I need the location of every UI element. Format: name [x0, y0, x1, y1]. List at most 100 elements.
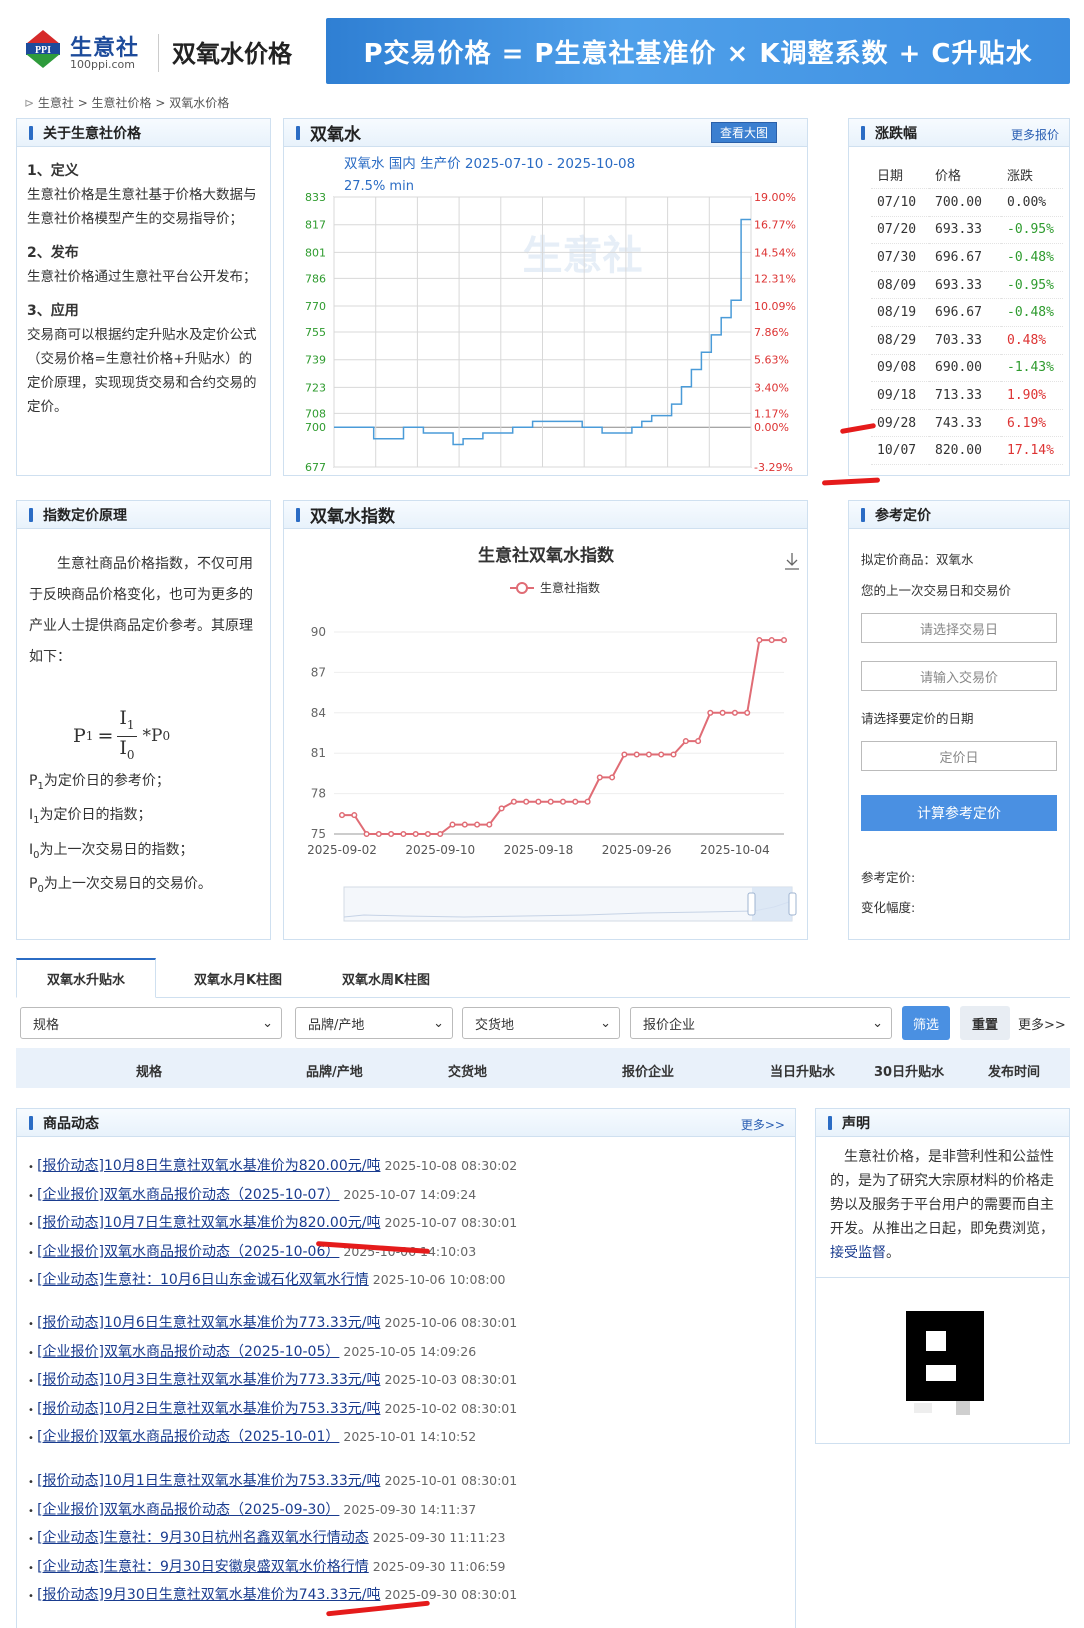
index-data-point[interactable]: [572, 798, 579, 805]
news-tag-link[interactable]: [报价动态]: [37, 1215, 104, 1231]
index-data-point[interactable]: [486, 821, 493, 828]
index-data-point[interactable]: [756, 637, 763, 644]
index-data-point[interactable]: [731, 709, 738, 716]
index-data-point[interactable]: [412, 830, 419, 838]
index-data-point[interactable]: [375, 830, 382, 838]
index-data-point[interactable]: [535, 798, 542, 805]
index-data-point[interactable]: [609, 774, 616, 781]
price-line-chart[interactable]: 双氧水 国内 生产价 2025-07-10 - 2025-10-08 27.5%…: [284, 149, 809, 477]
accept-supervision-link[interactable]: 接受监督: [830, 1245, 886, 1261]
news-title-link[interactable]: 双氧水商品报价动态（2025-10-01）: [104, 1429, 339, 1445]
tab-weekly-k[interactable]: 双氧水周K柱图: [316, 958, 456, 998]
news-title-link[interactable]: 10月1日生意社双氧水基准价为753.33元/吨: [104, 1473, 380, 1489]
breadcrumb[interactable]: ⊳ 生意社 > 生意社价格 > 双氧水价格: [24, 94, 229, 111]
index-data-point[interactable]: [621, 751, 628, 758]
news-title-link[interactable]: 10月2日生意社双氧水基准价为753.33元/吨: [104, 1401, 380, 1417]
index-data-point[interactable]: [363, 830, 370, 838]
tab-premium[interactable]: 双氧水升贴水: [16, 958, 156, 998]
news-title-link[interactable]: 生意社：9月30日安徽泉盛双氧水价格行情: [104, 1559, 369, 1575]
index-data-point[interactable]: [338, 812, 346, 819]
zoom-slider-selection[interactable]: [752, 887, 792, 921]
zoom-slider-left-handle[interactable]: [747, 892, 756, 916]
index-data-point[interactable]: [682, 738, 689, 745]
brand-select[interactable]: 品牌/产地 ⌄: [295, 1007, 453, 1039]
news-tag-link[interactable]: [企业动态]: [37, 1559, 104, 1575]
news-tag-link[interactable]: [报价动态]: [37, 1587, 104, 1603]
index-data-point[interactable]: [719, 709, 726, 716]
news-title-link[interactable]: 双氧水商品报价动态（2025-10-06）: [104, 1244, 339, 1260]
news-title-link[interactable]: 生意社：10月6日山东金诚石化双氧水行情: [104, 1272, 369, 1288]
index-data-point[interactable]: [498, 805, 505, 812]
index-data-point[interactable]: [670, 751, 677, 758]
index-data-point[interactable]: [351, 812, 358, 819]
news-time: 2025-10-06 10:08:00: [372, 1272, 506, 1287]
zoom-slider-right-handle[interactable]: [788, 892, 797, 916]
filter-button[interactable]: 筛选: [902, 1006, 950, 1040]
more-news-link[interactable]: 更多>>: [741, 1116, 785, 1133]
index-line-chart[interactable]: 生意社双氧水指数 生意社指数 75 78 81 84 87 90 2025-09-02 202…: [284, 531, 809, 941]
news-tag-link[interactable]: [报价动态]: [37, 1158, 104, 1174]
index-data-point[interactable]: [695, 738, 702, 745]
index-data-point[interactable]: [645, 751, 652, 758]
change-row: 09/28 743.33 6.19%: [871, 409, 1063, 438]
news-title-link[interactable]: 10月8日生意社双氧水基准价为820.00元/吨: [104, 1158, 380, 1174]
index-data-point[interactable]: [707, 709, 714, 716]
news-title-link[interactable]: 9月30日生意社双氧水基准价为743.33元/吨: [104, 1587, 380, 1603]
index-data-point[interactable]: [523, 798, 530, 805]
index-data-point[interactable]: [596, 774, 603, 781]
y-tick-label: 84: [311, 706, 326, 720]
ppi-logo-icon[interactable]: PPI: [26, 30, 60, 68]
company-select[interactable]: 报价企业 ⌄: [630, 1007, 892, 1039]
index-data-point[interactable]: [633, 751, 640, 758]
news-title-link[interactable]: 双氧水商品报价动态（2025-10-07）: [104, 1187, 339, 1203]
trade-date-input[interactable]: 请选择交易日: [861, 613, 1057, 643]
news-title-link[interactable]: 双氧水商品报价动态（2025-09-30）: [104, 1502, 339, 1518]
place-select[interactable]: 交货地 ⌄: [462, 1007, 620, 1039]
index-data-point[interactable]: [510, 798, 517, 805]
news-tag-link[interactable]: [企业报价]: [37, 1344, 104, 1360]
index-data-point[interactable]: [547, 798, 554, 805]
news-tag-link[interactable]: [企业动态]: [37, 1530, 104, 1546]
news-tag-link[interactable]: [企业报价]: [37, 1244, 104, 1260]
news-title-link[interactable]: 双氧水商品报价动态（2025-10-05）: [104, 1344, 339, 1360]
index-data-point[interactable]: [584, 798, 591, 805]
news-tag-link[interactable]: [企业报价]: [37, 1502, 104, 1518]
index-data-point[interactable]: [559, 798, 567, 805]
news-tag-link[interactable]: [企业报价]: [37, 1429, 104, 1445]
index-data-point[interactable]: [424, 830, 431, 838]
news-tag-link[interactable]: [报价动态]: [37, 1372, 104, 1388]
news-tag-link[interactable]: [报价动态]: [37, 1473, 104, 1489]
index-data-point[interactable]: [437, 830, 444, 838]
index-data-point[interactable]: [449, 821, 456, 828]
more-quotes-link[interactable]: 更多报价: [1011, 126, 1059, 143]
index-data-point[interactable]: [768, 637, 775, 644]
news-tag-link[interactable]: [报价动态]: [37, 1315, 104, 1331]
news-time: 2025-10-05 14:09:26: [343, 1343, 477, 1359]
news-tag-link[interactable]: [企业动态]: [37, 1272, 104, 1288]
news-title-link[interactable]: 10月6日生意社双氧水基准价为773.33元/吨: [104, 1315, 380, 1331]
tab-monthly-k[interactable]: 双氧水月K柱图: [168, 958, 308, 998]
trade-price-input[interactable]: 请输入交易价: [861, 661, 1057, 691]
news-title-link[interactable]: 10月3日生意社双氧水基准价为773.33元/吨: [104, 1372, 380, 1388]
index-data-point[interactable]: [400, 830, 407, 838]
index-data-point[interactable]: [388, 830, 395, 838]
index-data-point[interactable]: [461, 821, 468, 828]
download-icon[interactable]: [785, 553, 799, 570]
pricing-date-input[interactable]: 定价日: [861, 741, 1057, 771]
news-title-link[interactable]: 10月7日生意社双氧水基准价为820.00元/吨: [104, 1215, 380, 1231]
index-series-line[interactable]: [342, 639, 784, 835]
view-large-chart-button[interactable]: 查看大图: [710, 122, 777, 143]
spec-select[interactable]: 规格 ⌄: [20, 1007, 282, 1039]
news-tag-link[interactable]: [报价动态]: [37, 1401, 104, 1417]
reset-button[interactable]: 重置: [960, 1006, 1010, 1040]
index-data-point[interactable]: [474, 821, 481, 828]
index-legend[interactable]: 生意社指数: [510, 580, 600, 595]
news-tag-link[interactable]: [企业报价]: [37, 1187, 104, 1203]
calculate-button[interactable]: 计算参考定价: [861, 795, 1057, 831]
row-change: 1.90%: [1001, 381, 1063, 410]
index-data-point[interactable]: [780, 637, 788, 644]
index-data-point[interactable]: [658, 751, 665, 758]
index-data-point[interactable]: [744, 709, 751, 716]
more-filters-link[interactable]: 更多>>: [1018, 1014, 1066, 1033]
news-title-link[interactable]: 生意社：9月30日杭州名鑫双氧水行情动态: [104, 1530, 369, 1546]
